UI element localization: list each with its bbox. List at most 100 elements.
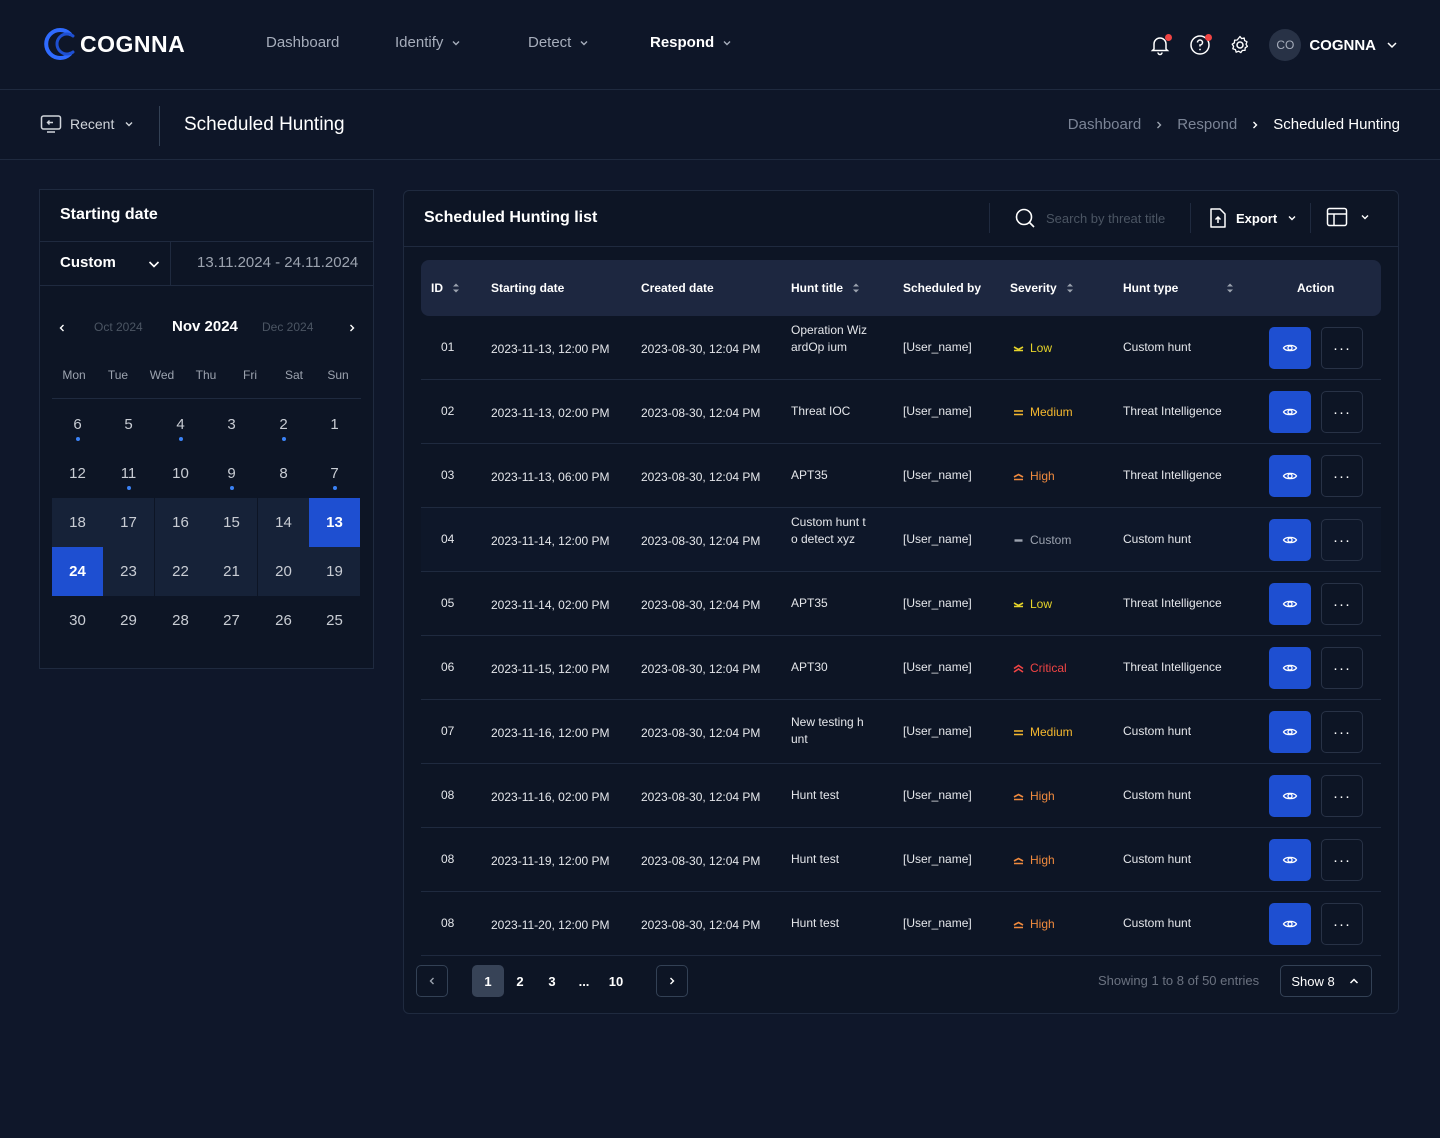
calendar-day[interactable]: 22 <box>155 547 206 596</box>
calendar-day[interactable]: 17 <box>103 498 154 547</box>
calendar-day[interactable]: 15 <box>206 498 257 547</box>
pagination-page[interactable]: 1 <box>472 965 504 997</box>
cognna-logo[interactable]: COGNNA <box>40 26 185 62</box>
breadcrumb-respond[interactable]: Respond <box>1177 116 1237 133</box>
more-actions-button[interactable]: ··· <box>1321 839 1363 881</box>
col-id[interactable]: ID <box>431 281 461 295</box>
calendar-day[interactable]: 2 <box>258 400 309 449</box>
col-hunt-title[interactable]: Hunt title <box>791 281 861 295</box>
calendar-next-button[interactable] <box>342 318 362 338</box>
cell-id: 07 <box>441 724 455 738</box>
more-actions-button[interactable]: ··· <box>1321 775 1363 817</box>
calendar-day[interactable]: 4 <box>155 400 206 449</box>
col-severity[interactable]: Severity <box>1010 281 1075 295</box>
table-row[interactable]: 03 2023-11-13, 06:00 PM 2023-08-30, 12:04 … <box>421 444 1381 508</box>
date-mode-select[interactable]: Custom <box>60 254 116 271</box>
calendar-day[interactable]: 28 <box>155 596 206 645</box>
calendar-day[interactable]: 27 <box>206 596 257 645</box>
pagination-prev-button[interactable] <box>416 965 448 997</box>
pagination-page[interactable]: 2 <box>504 965 536 997</box>
calendar-day[interactable]: 10 <box>155 449 206 498</box>
calendar-day[interactable]: 26 <box>258 596 309 645</box>
view-button[interactable] <box>1269 583 1311 625</box>
nav-identify[interactable]: Identify <box>395 34 463 51</box>
calendar-day[interactable]: 24 <box>52 547 103 596</box>
col-hunt-type[interactable]: Hunt type <box>1123 281 1235 295</box>
calendar-day[interactable]: 29 <box>103 596 154 645</box>
view-button[interactable] <box>1269 903 1311 945</box>
view-button[interactable] <box>1269 647 1311 689</box>
search-input[interactable] <box>1046 210 1181 226</box>
view-button[interactable] <box>1269 391 1311 433</box>
help-button[interactable] <box>1187 32 1213 58</box>
more-actions-button[interactable]: ··· <box>1321 327 1363 369</box>
nav-respond[interactable]: Respond <box>650 34 734 51</box>
calendar-day[interactable]: 25 <box>309 596 360 645</box>
calendar-day[interactable]: 6 <box>52 400 103 449</box>
user-name[interactable]: COGNNA <box>1309 37 1376 54</box>
calendar-day[interactable]: 30 <box>52 596 103 645</box>
table-row[interactable]: 06 2023-11-15, 12:00 PM 2023-08-30, 12:04 … <box>421 636 1381 700</box>
calendar-prev-month[interactable]: Oct 2024 <box>94 320 143 334</box>
cell-hunt-type: Threat Intelligence <box>1123 660 1222 674</box>
nav-detect[interactable]: Detect <box>528 34 591 51</box>
calendar-day[interactable]: 20 <box>258 547 309 596</box>
calendar-day[interactable]: 16 <box>155 498 206 547</box>
view-button[interactable] <box>1269 455 1311 497</box>
export-button[interactable]: Export <box>1208 207 1299 229</box>
entries-summary: Showing 1 to 8 of 50 entries <box>1098 973 1260 988</box>
pagination-page[interactable]: 3 <box>536 965 568 997</box>
calendar-day[interactable]: 13 <box>309 498 360 547</box>
calendar-day[interactable]: 14 <box>258 498 309 547</box>
calendar-day[interactable]: 8 <box>258 449 309 498</box>
calendar-day[interactable]: 5 <box>103 400 154 449</box>
pagination-next-button[interactable] <box>656 965 688 997</box>
calendar-prev-button[interactable] <box>52 318 72 338</box>
calendar-day[interactable]: 23 <box>103 547 154 596</box>
table-row[interactable]: 08 2023-11-16, 02:00 PM 2023-08-30, 12:04 … <box>421 764 1381 828</box>
cell-id: 08 <box>441 916 455 930</box>
table-row[interactable]: 02 2023-11-13, 02:00 PM 2023-08-30, 12:04 … <box>421 380 1381 444</box>
more-actions-button[interactable]: ··· <box>1321 583 1363 625</box>
settings-button[interactable] <box>1227 32 1253 58</box>
more-actions-button[interactable]: ··· <box>1321 519 1363 561</box>
table-row[interactable]: 01 2023-11-13, 12:00 PM 2023-08-30, 12:04 … <box>421 316 1381 380</box>
calendar-day[interactable]: 3 <box>206 400 257 449</box>
table-row[interactable]: 08 2023-11-20, 12:00 PM 2023-08-30, 12:04 … <box>421 892 1381 956</box>
more-actions-button[interactable]: ··· <box>1321 391 1363 433</box>
view-button[interactable] <box>1269 775 1311 817</box>
calendar-next-month[interactable]: Dec 2024 <box>262 320 313 334</box>
view-button[interactable] <box>1269 839 1311 881</box>
view-button[interactable] <box>1269 711 1311 753</box>
more-actions-button[interactable]: ··· <box>1321 647 1363 689</box>
chevron-down-icon[interactable] <box>146 256 162 272</box>
calendar-day[interactable]: 9 <box>206 449 257 498</box>
calendar-day[interactable]: 12 <box>52 449 103 498</box>
view-button[interactable] <box>1269 327 1311 369</box>
chevron-down-icon[interactable] <box>1384 37 1400 53</box>
table-row[interactable]: 08 2023-11-19, 12:00 PM 2023-08-30, 12:04 … <box>421 828 1381 892</box>
calendar-day[interactable]: 18 <box>52 498 103 547</box>
breadcrumb-dashboard[interactable]: Dashboard <box>1068 116 1141 133</box>
table-row[interactable]: 05 2023-11-14, 02:00 PM 2023-08-30, 12:04 … <box>421 572 1381 636</box>
calendar-day[interactable]: 7 <box>309 449 360 498</box>
calendar-day[interactable]: 1 <box>309 400 360 449</box>
view-button[interactable] <box>1269 519 1311 561</box>
page-size-select[interactable]: Show 8 <box>1280 965 1372 997</box>
calendar-day[interactable]: 11 <box>103 449 154 498</box>
calendar-day[interactable]: 19 <box>309 547 360 596</box>
notifications-button[interactable] <box>1147 32 1173 58</box>
severity-medium-icon <box>1014 729 1023 735</box>
pagination-page[interactable]: 10 <box>600 965 632 997</box>
avatar[interactable]: CO <box>1269 29 1302 61</box>
nav-dashboard[interactable]: Dashboard <box>266 34 339 51</box>
recent-dropdown[interactable]: Recent <box>40 114 136 134</box>
more-actions-button[interactable]: ··· <box>1321 711 1363 753</box>
more-actions-button[interactable]: ··· <box>1321 903 1363 945</box>
calendar-day[interactable]: 21 <box>206 547 257 596</box>
more-actions-button[interactable]: ··· <box>1321 455 1363 497</box>
date-range-input[interactable]: 13.11.2024 - 24.11.2024 <box>197 254 358 271</box>
columns-button[interactable] <box>1326 207 1372 227</box>
table-row[interactable]: 07 2023-11-16, 12:00 PM 2023-08-30, 12:04 … <box>421 700 1381 764</box>
table-row[interactable]: 04 2023-11-14, 12:00 PM 2023-08-30, 12:04 … <box>421 508 1381 572</box>
